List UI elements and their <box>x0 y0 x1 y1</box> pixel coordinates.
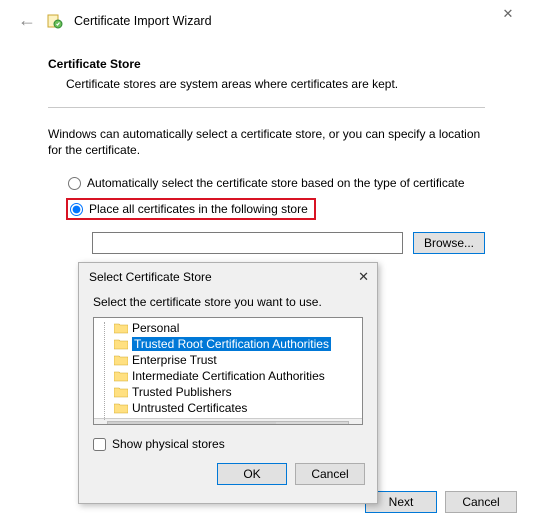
close-icon: ✕ <box>503 6 514 22</box>
tree-item[interactable]: Untrusted Certificates <box>98 400 362 416</box>
certificate-store-input[interactable] <box>92 232 403 254</box>
tree-item[interactable]: Personal <box>98 320 362 336</box>
wizard-header: ← Certificate Import Wizard <box>0 0 535 37</box>
show-physical-stores[interactable]: Show physical stores <box>79 431 377 457</box>
dialog-footer: OK Cancel <box>79 457 377 495</box>
wizard-footer: Next Cancel <box>365 491 517 513</box>
dialog-description: Select the certificate store you want to… <box>79 289 377 317</box>
scrollbar-thumb[interactable] <box>107 421 349 426</box>
tree-item-label: Enterprise Trust <box>132 353 217 367</box>
ok-button[interactable]: OK <box>217 463 287 485</box>
tree-guide-line <box>104 322 105 420</box>
back-arrow-icon[interactable]: ← <box>18 10 36 31</box>
cancel-button[interactable]: Cancel <box>445 491 517 513</box>
radio-auto-input[interactable] <box>68 177 81 190</box>
dialog-titlebar: Select Certificate Store ✕ <box>79 263 377 289</box>
wizard-window: ✕ ← Certificate Import Wizard Certificat… <box>0 0 535 523</box>
dialog-title: Select Certificate Store <box>89 270 212 284</box>
tree-item-label: Trusted Root Certification Authorities <box>132 337 331 351</box>
store-field-row: Browse... <box>92 232 485 254</box>
section-title: Certificate Store <box>48 57 485 71</box>
tree-item[interactable]: Enterprise Trust <box>98 352 362 368</box>
certificate-store-tree[interactable]: Personal Trusted Root Certification Autho… <box>93 317 363 425</box>
radio-auto-label: Automatically select the certificate sto… <box>87 176 465 190</box>
scroll-left-icon[interactable]: ◄ <box>96 422 105 426</box>
tree-item-label: Intermediate Certification Authorities <box>132 369 325 383</box>
tree-item[interactable]: Trusted Publishers <box>98 384 362 400</box>
wizard-title: Certificate Import Wizard <box>74 14 212 28</box>
tree-item-label: Personal <box>132 321 179 335</box>
horizontal-scrollbar[interactable]: ◄ ► <box>94 418 362 425</box>
certificate-wizard-icon <box>46 12 64 30</box>
show-physical-label: Show physical stores <box>112 437 225 451</box>
intro-text: Windows can automatically select a certi… <box>48 126 485 158</box>
browse-button[interactable]: Browse... <box>413 232 485 254</box>
tree-item-label: Untrusted Certificates <box>132 401 247 415</box>
dialog-cancel-button[interactable]: Cancel <box>295 463 365 485</box>
section-description: Certificate stores are system areas wher… <box>66 77 485 91</box>
radio-auto-select[interactable]: Automatically select the certificate sto… <box>68 176 485 190</box>
radio-place-all[interactable]: Place all certificates in the following … <box>66 198 316 220</box>
wizard-content: Certificate Store Certificate stores are… <box>0 37 535 254</box>
radio-place-label: Place all certificates in the following … <box>89 202 308 216</box>
select-store-dialog: Select Certificate Store ✕ Select the ce… <box>78 262 378 504</box>
window-close-button[interactable]: ✕ <box>493 4 523 24</box>
tree-item[interactable]: Intermediate Certification Authorities <box>98 368 362 384</box>
dialog-close-button[interactable]: ✕ <box>358 269 369 285</box>
scroll-right-icon[interactable]: ► <box>351 422 360 426</box>
tree-item[interactable]: Trusted Root Certification Authorities <box>98 336 362 352</box>
tree-item-label: Trusted Publishers <box>132 385 232 399</box>
radio-place-input[interactable] <box>70 203 83 216</box>
divider <box>48 107 485 108</box>
show-physical-checkbox[interactable] <box>93 438 106 451</box>
